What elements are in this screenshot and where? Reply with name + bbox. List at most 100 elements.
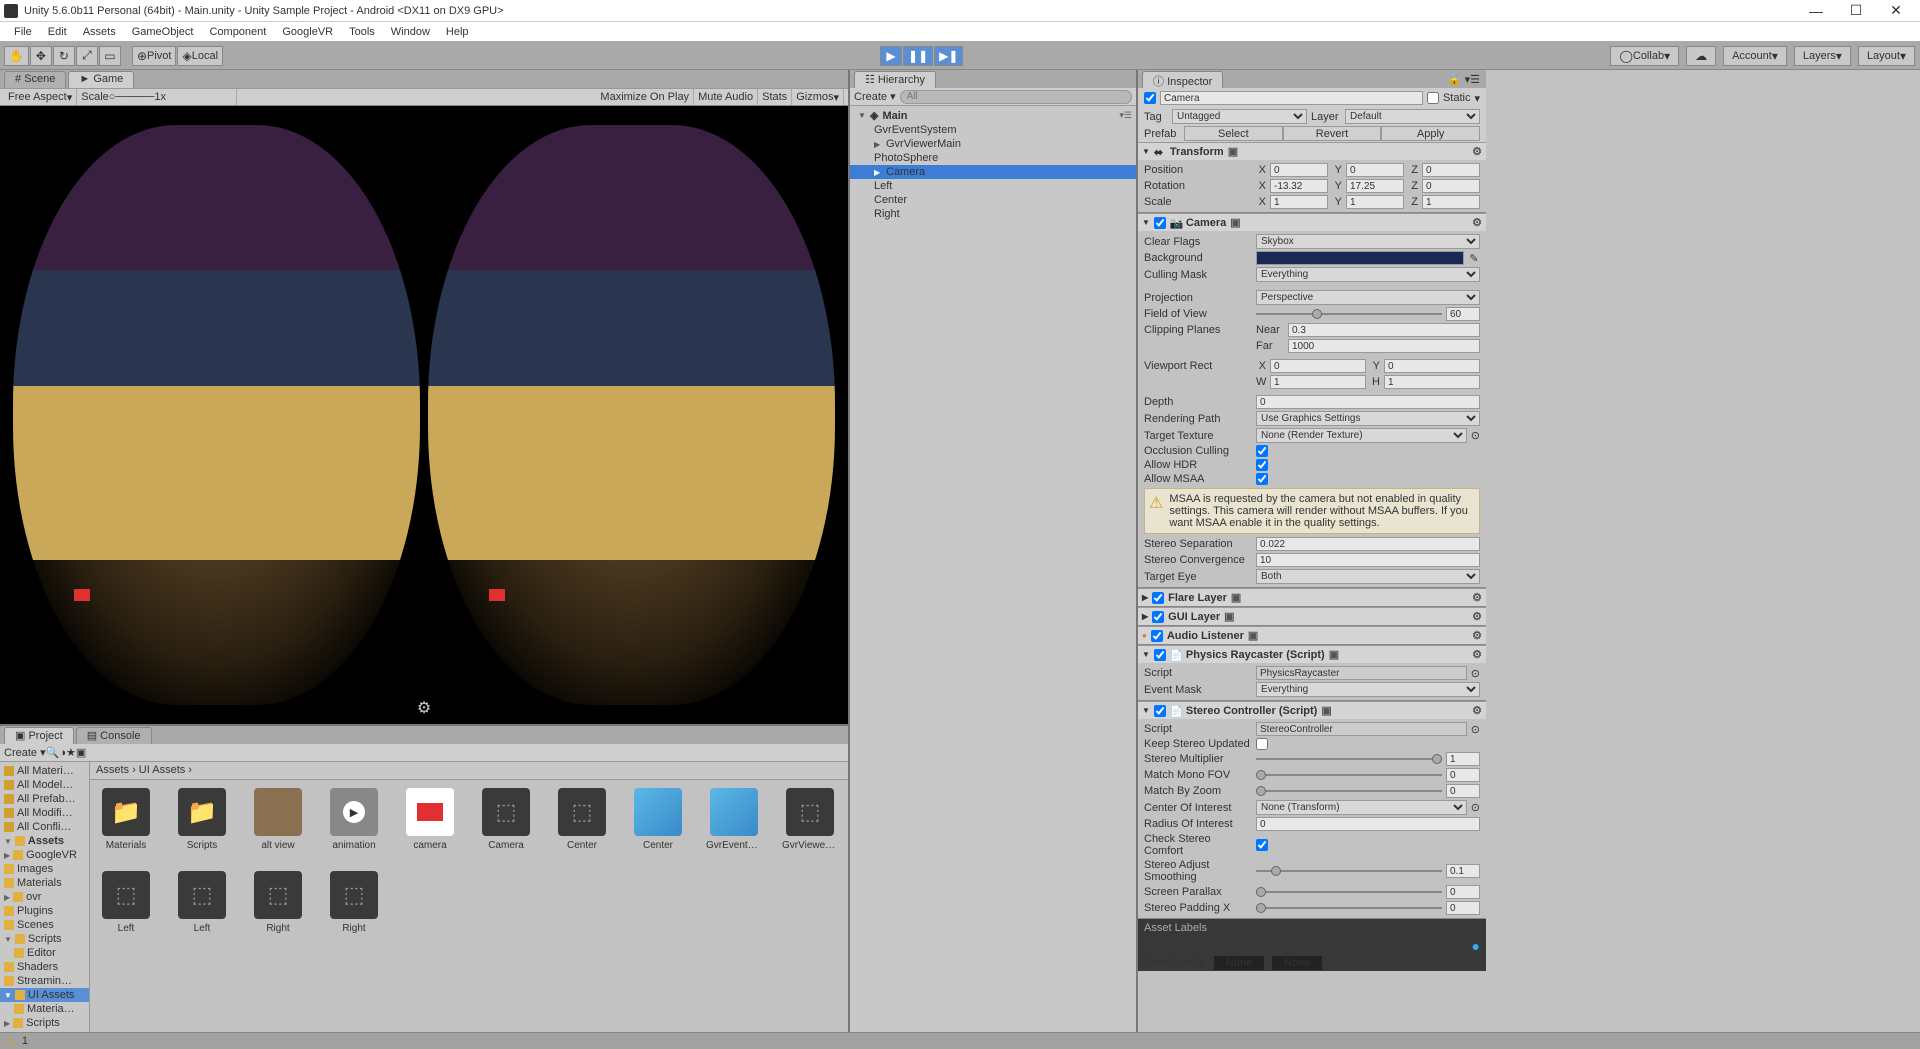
menu-tools[interactable]: Tools <box>341 24 383 40</box>
bundle-variant-dropdown[interactable]: None <box>1272 956 1322 970</box>
project-tree[interactable]: All Materi… All Model… All Prefab… All M… <box>0 762 90 1032</box>
scale-x[interactable] <box>1270 195 1328 209</box>
asset-item[interactable]: ▶animation <box>326 788 382 851</box>
background-color-field[interactable] <box>1256 251 1464 265</box>
menu-googlevr[interactable]: GoogleVR <box>274 24 341 40</box>
prefab-select-button[interactable]: Select <box>1184 126 1283 141</box>
bundle-name-dropdown[interactable]: None <box>1214 956 1264 970</box>
maximize-button[interactable]: ☐ <box>1836 0 1876 22</box>
menu-component[interactable]: Component <box>201 24 274 40</box>
tag-add-icon[interactable]: ● <box>1472 938 1480 952</box>
gui-layer-component[interactable]: ▶GUI Layer▣⚙ <box>1138 608 1486 625</box>
far-field[interactable] <box>1288 339 1480 353</box>
audio-listener-component[interactable]: ●Audio Listener▣⚙ <box>1138 627 1486 644</box>
menu-assets[interactable]: Assets <box>75 24 124 40</box>
vr-settings-icon[interactable]: ⚙ <box>417 698 431 718</box>
gameobject-active-checkbox[interactable] <box>1144 92 1156 104</box>
pivot-toggle[interactable]: ⊕ Pivot <box>132 46 177 66</box>
breadcrumb[interactable]: Assets › UI Assets › <box>90 762 848 780</box>
asset-item[interactable]: alt view <box>250 788 306 851</box>
stereo-sep-field[interactable] <box>1256 537 1480 551</box>
max-on-play-toggle[interactable]: Maximize On Play <box>596 89 694 105</box>
event-mask-dropdown[interactable]: Everything <box>1256 682 1480 697</box>
cloud-button[interactable]: ☁ <box>1686 46 1716 66</box>
roi-field[interactable] <box>1256 817 1480 831</box>
clear-flags-dropdown[interactable]: Skybox <box>1256 234 1480 249</box>
rot-y[interactable] <box>1346 179 1404 193</box>
console-tab[interactable]: ▤ Console <box>76 727 152 744</box>
stereo-comfort-checkbox[interactable] <box>1256 839 1268 851</box>
gear-icon[interactable]: ⚙ <box>1472 216 1482 229</box>
hier-item[interactable]: PhotoSphere <box>850 151 1136 165</box>
asset-item[interactable]: 📁Materials <box>98 788 154 851</box>
scene-tab[interactable]: # Scene <box>4 71 66 88</box>
lock-icon[interactable]: 🔒 ▾☰ <box>1442 71 1486 88</box>
hier-item[interactable]: Center <box>850 193 1136 207</box>
pos-z[interactable] <box>1422 163 1480 177</box>
parallax-slider[interactable] <box>1256 887 1442 897</box>
hierarchy-tab[interactable]: ☷ Hierarchy <box>854 71 936 88</box>
asset-item[interactable]: Center <box>630 788 686 851</box>
msaa-checkbox[interactable] <box>1256 473 1268 485</box>
asset-item[interactable]: ⬚Left <box>174 871 230 934</box>
vrect-h[interactable] <box>1384 375 1480 389</box>
warning-icon[interactable]: ⚠ <box>6 1035 16 1048</box>
flare-layer-component[interactable]: ▶Flare Layer▣⚙ <box>1138 589 1486 606</box>
scale-y[interactable] <box>1346 195 1404 209</box>
minimize-button[interactable]: — <box>1796 0 1836 22</box>
scale-slider[interactable]: Scale ○───── 1x <box>77 89 237 105</box>
stats-toggle[interactable]: Stats <box>758 89 792 105</box>
camera-enabled[interactable] <box>1154 217 1166 229</box>
hand-tool[interactable]: ✋ <box>4 46 29 66</box>
inspector-tab[interactable]: ⓘ Inspector <box>1142 71 1223 88</box>
asset-item[interactable]: ⬚Camera <box>478 788 534 851</box>
star-icon[interactable]: ★ <box>66 746 76 759</box>
filter-icon[interactable]: ◑ <box>59 747 66 759</box>
pause-button[interactable]: ❚❚ <box>903 46 933 66</box>
game-tab[interactable]: ► Game <box>68 71 134 88</box>
hier-item[interactable]: ▶GvrViewerMain <box>850 137 1136 151</box>
help-icon[interactable]: ▣ <box>1228 145 1238 158</box>
hier-item[interactable]: Left <box>850 179 1136 193</box>
hier-item[interactable]: Right <box>850 207 1136 221</box>
menu-gameobject[interactable]: GameObject <box>124 24 202 40</box>
rot-z[interactable] <box>1422 179 1480 193</box>
stereo-conv-field[interactable] <box>1256 553 1480 567</box>
pos-x[interactable] <box>1270 163 1328 177</box>
vrect-x[interactable] <box>1270 359 1366 373</box>
asset-grid[interactable]: Assets › UI Assets › 📁Materials📁Scriptsa… <box>90 762 848 1032</box>
stereo-mult-slider[interactable] <box>1256 754 1442 764</box>
rect-tool[interactable]: ▭ <box>99 46 121 66</box>
mono-fov-slider[interactable] <box>1256 770 1442 780</box>
fov-field[interactable] <box>1446 307 1480 321</box>
target-eye-dropdown[interactable]: Both <box>1256 569 1480 584</box>
layers-dropdown[interactable]: Layers ▾ <box>1794 46 1851 66</box>
vrect-y[interactable] <box>1384 359 1480 373</box>
asset-item[interactable]: camera <box>402 788 458 851</box>
save-icon[interactable]: ▣ <box>76 746 86 759</box>
rotate-tool[interactable]: ↻ <box>53 46 75 66</box>
gizmos-dropdown[interactable]: Gizmos ▾ <box>792 89 844 105</box>
culling-mask-dropdown[interactable]: Everything <box>1256 267 1480 282</box>
render-path-dropdown[interactable]: Use Graphics Settings <box>1256 411 1480 426</box>
step-button[interactable]: ▶❚ <box>934 46 963 66</box>
prefab-revert-button[interactable]: Revert <box>1283 126 1382 141</box>
zoom-slider[interactable] <box>1256 786 1442 796</box>
vrect-w[interactable] <box>1270 375 1366 389</box>
gameobject-name-field[interactable] <box>1160 91 1423 105</box>
gear-icon[interactable]: ⚙ <box>1472 145 1482 158</box>
rot-x[interactable] <box>1270 179 1328 193</box>
target-texture-field[interactable]: None (Render Texture) <box>1256 428 1467 443</box>
menu-help[interactable]: Help <box>438 24 477 40</box>
asset-item[interactable]: GvrEventS… <box>706 788 762 851</box>
aspect-dropdown[interactable]: Free Aspect ▾ <box>4 89 77 105</box>
hier-item-selected[interactable]: ▶Camera <box>850 165 1136 179</box>
padding-slider[interactable] <box>1256 903 1442 913</box>
asset-item[interactable]: ⬚Right <box>250 871 306 934</box>
create-dropdown[interactable]: Create ▾ <box>854 90 896 103</box>
keep-stereo-checkbox[interactable] <box>1256 738 1268 750</box>
hier-item[interactable]: GvrEventSystem <box>850 123 1136 137</box>
prefab-apply-button[interactable]: Apply <box>1381 126 1480 141</box>
collab-dropdown[interactable]: ◯ Collab ▾ <box>1610 46 1679 66</box>
menu-edit[interactable]: Edit <box>40 24 75 40</box>
